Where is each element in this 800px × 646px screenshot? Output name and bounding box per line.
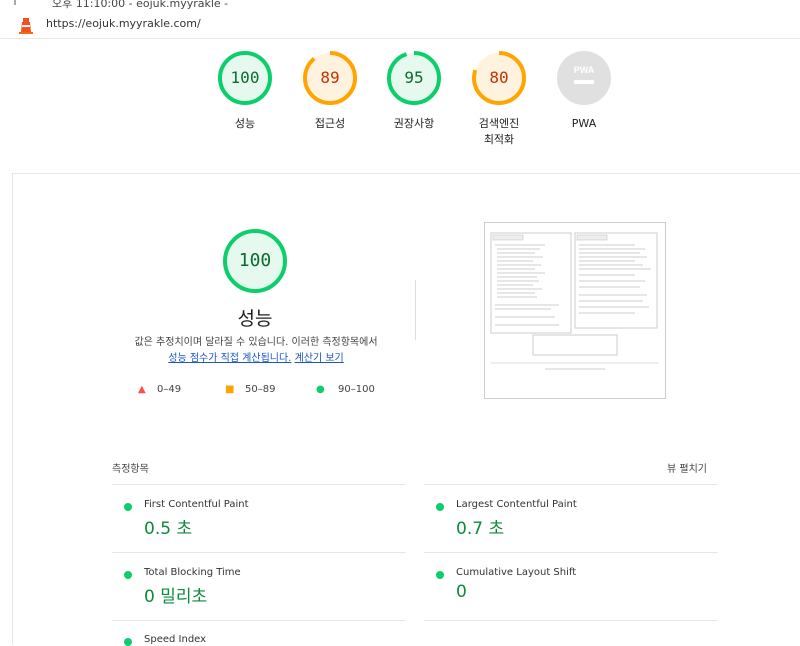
- legend-fail-range: 0–49: [157, 384, 182, 395]
- gauge-accessibility[interactable]: 89 접근성: [282, 50, 378, 132]
- metric-divider: [424, 620, 718, 621]
- page-url[interactable]: https://eojuk.myyrakle.com/: [46, 17, 201, 30]
- gauge-ring: PWA: [556, 50, 612, 106]
- gauge-label: PWA: [571, 117, 597, 130]
- metric-name: Cumulative Layout Shift: [456, 567, 577, 578]
- legend-pass-symbol: ●: [316, 384, 325, 395]
- performance-score: 100 성능: [120, 228, 390, 331]
- metric-divider: [112, 484, 406, 485]
- pwa-badge-icon: PWA: [557, 51, 611, 105]
- window-title: 오후 11:10:00 - eojuk.myyrakle -: [52, 0, 229, 10]
- pass-dot-icon: [124, 571, 132, 579]
- metric-name: Largest Contentful Paint: [456, 499, 577, 510]
- gauge-performance[interactable]: 100 성능: [197, 50, 293, 132]
- screenshot-preview: [490, 232, 659, 370]
- metric-divider: [424, 552, 718, 553]
- metrics-header: 측정항목: [112, 464, 149, 475]
- gauge-pwa[interactable]: PWA PWA: [536, 50, 632, 132]
- gauge-score: 100: [230, 68, 260, 87]
- legend-average-symbol: ■: [225, 384, 235, 395]
- gauge-ring: 95: [386, 50, 442, 106]
- lighthouse-icon: [19, 18, 33, 34]
- left-border: [12, 174, 13, 645]
- gauge-label-line1: 검색엔진: [478, 117, 520, 130]
- metric-value: 0 밀리초: [144, 587, 208, 607]
- performance-description: 값은 추정치이며 달라질 수 있습니다. 이러한 측정항목에서 성능 점수가 직…: [116, 335, 396, 367]
- legend-average-range: 50–89: [245, 384, 276, 395]
- calculator-link[interactable]: 계산기 보기: [295, 353, 344, 364]
- pass-dot-icon: [124, 503, 132, 511]
- metric-name: First Contentful Paint: [144, 499, 249, 510]
- description-text: 값은 추정치이며 달라질 수 있습니다. 이러한 측정항목에서: [134, 337, 378, 348]
- performance-gauge: 100: [222, 228, 288, 294]
- score-calc-link[interactable]: 성능 점수가 직접 계산됩니다.: [168, 353, 291, 364]
- final-screenshot-thumbnail[interactable]: [484, 222, 666, 399]
- gauge-label: 접근성: [314, 117, 346, 130]
- gauge-ring: 80: [471, 50, 527, 106]
- gauge-label: 성능: [234, 117, 256, 130]
- section-divider: [12, 173, 800, 174]
- performance-score-number: 100: [238, 250, 272, 271]
- gauge-score: 95: [404, 68, 424, 87]
- gauge-ring: 89: [302, 50, 358, 106]
- gauge-ring: 100: [217, 50, 273, 106]
- gauge-score: 80: [489, 68, 509, 87]
- gauge-label: 권장사항: [393, 117, 435, 130]
- gauge-seo[interactable]: 80 검색엔진 최적화: [451, 50, 547, 148]
- back-arrow-icon[interactable]: ↑: [10, 0, 20, 8]
- pwa-badge-text: PWA: [574, 65, 595, 75]
- performance-title: 성능: [237, 308, 273, 330]
- metric-divider: [424, 484, 718, 485]
- metric-value: 0.5 초: [144, 519, 193, 539]
- metric-name: Total Blocking Time: [144, 567, 241, 578]
- category-gauges: 100 성능 89 접근성 95 권장사항 80 검색엔진 최적화 PWA PW…: [0, 50, 800, 170]
- pass-dot-icon: [436, 571, 444, 579]
- url-bar[interactable]: https://eojuk.myyrakle.com/: [0, 11, 800, 39]
- pass-dot-icon: [436, 503, 444, 511]
- gauge-score: 89: [320, 68, 340, 87]
- legend-pass-range: 90–100: [338, 384, 375, 395]
- vertical-separator: [415, 280, 416, 340]
- metric-value: 0: [456, 582, 467, 602]
- gauge-label: 검색엔진 최적화: [451, 116, 547, 148]
- metric-divider: [112, 552, 406, 553]
- gauge-label-line2: 최적화: [483, 133, 515, 146]
- expand-view-toggle[interactable]: 뷰 펼치기: [667, 460, 707, 475]
- metric-value: 0.7 초: [456, 519, 505, 539]
- window-title-bar: ↑ 오후 11:10:00 - eojuk.myyrakle -: [0, 0, 800, 11]
- metric-divider: [112, 620, 406, 621]
- gauge-best-practices[interactable]: 95 권장사항: [366, 50, 462, 132]
- legend-fail-symbol: ▲: [138, 384, 146, 395]
- metric-name: Speed Index: [144, 634, 207, 645]
